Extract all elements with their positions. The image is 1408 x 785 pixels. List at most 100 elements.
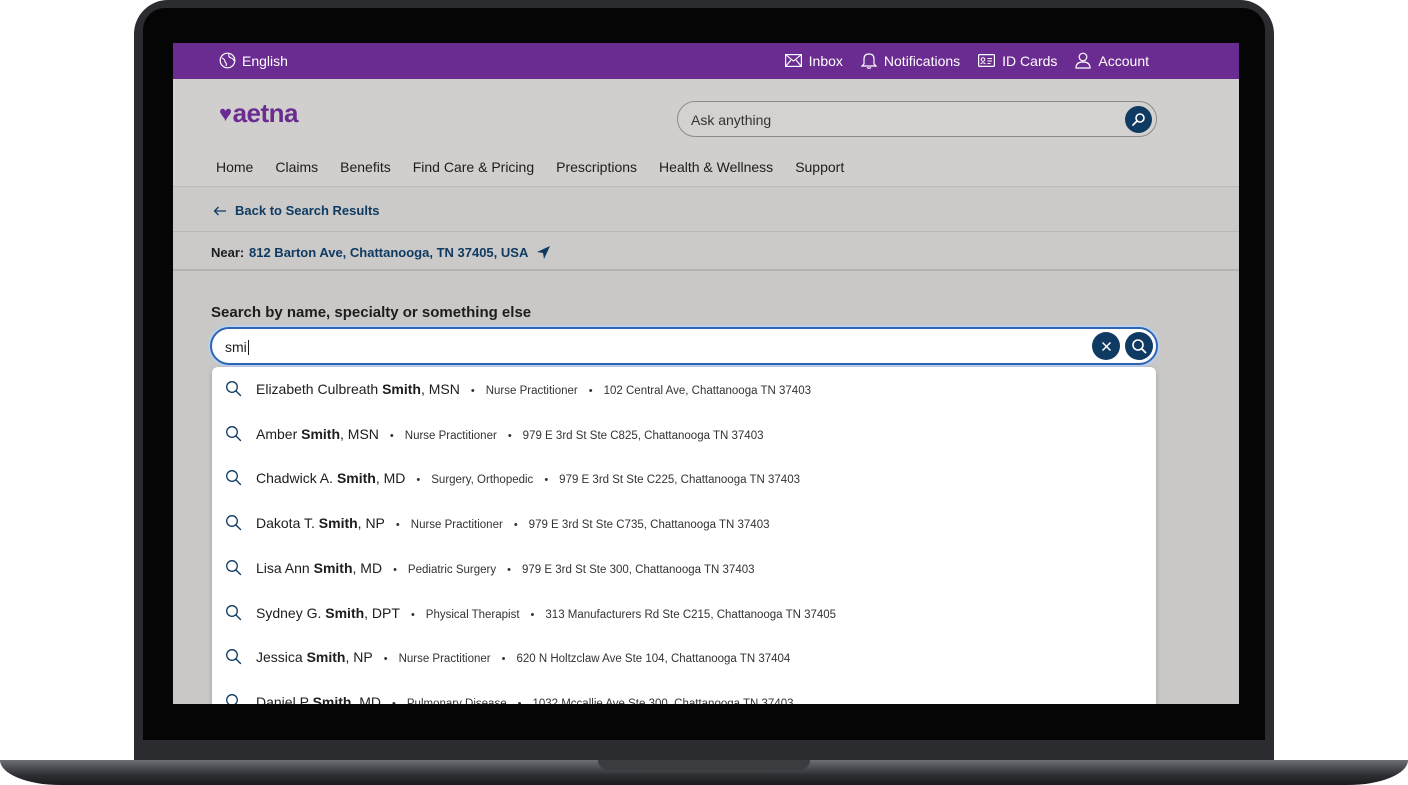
separator-dot: • xyxy=(416,474,421,487)
name-suffix: , MSN xyxy=(420,381,460,397)
search-icon xyxy=(1132,339,1147,354)
suggestion-text: Elizabeth Culbreath Smith, MSN • Nurse Pra… xyxy=(256,381,811,397)
provider-specialty: Nurse Practitioner xyxy=(398,653,491,666)
separator-dot: • xyxy=(513,519,518,532)
search-icon xyxy=(225,380,242,402)
aetna-logo[interactable]: ♥ aetna xyxy=(219,98,298,129)
provider-name: Sydney G. Smith, DPT xyxy=(256,605,400,621)
suggestion-row[interactable]: Lisa Ann Smith, MD • Pediatric Surgery • 979… xyxy=(212,546,1156,590)
user-icon xyxy=(1075,52,1092,69)
name-prefix: Amber xyxy=(256,425,302,442)
ask-search-button[interactable] xyxy=(1125,106,1152,133)
back-label: Back to Search Results xyxy=(235,203,380,218)
suggestion-text: Amber Smith, MSN • Nurse Practitioner • 979 … xyxy=(256,426,764,442)
suggestion-row[interactable]: Dakota T. Smith, NP • Nurse Practitioner • 9… xyxy=(212,501,1156,545)
provider-search-input[interactable]: smi xyxy=(210,327,1158,365)
near-label: Near: xyxy=(211,245,245,260)
heart-icon: ♥ xyxy=(219,100,232,126)
text-caret xyxy=(247,340,249,355)
separator-dot: • xyxy=(544,474,549,487)
account-link[interactable]: Account xyxy=(1075,52,1149,69)
name-match: Smith xyxy=(336,470,376,487)
provider-name: Elizabeth Culbreath Smith, MSN xyxy=(256,381,460,397)
inbox-label: Inbox xyxy=(808,52,843,69)
suggestion-text: Daniel P Smith, MD • Pulmonary Disease • 103… xyxy=(256,694,794,704)
separator-dot: • xyxy=(393,563,397,576)
provider-specialty: Physical Therapist xyxy=(425,608,520,621)
provider-name: Daniel P Smith, MD xyxy=(256,694,381,704)
name-match: Smith xyxy=(306,649,346,666)
language-selector[interactable]: English xyxy=(219,52,288,69)
laptop-notch xyxy=(598,760,810,770)
search-suggestions: Elizabeth Culbreath Smith, MSN • Nurse Pra… xyxy=(212,367,1156,704)
separator-dot: • xyxy=(530,608,535,621)
back-to-results-link[interactable]: Back to Search Results xyxy=(213,203,380,218)
suggestion-row[interactable]: Sydney G. Smith, DPT • Physical Therapist •… xyxy=(212,591,1156,635)
name-prefix: Dakota T. xyxy=(256,515,319,532)
suggestion-row[interactable]: Elizabeth Culbreath Smith, MSN • Nurse Pra… xyxy=(212,367,1156,411)
nav-support[interactable]: Support xyxy=(795,159,844,175)
globe-icon xyxy=(219,52,236,69)
back-bar: Back to Search Results xyxy=(173,188,1239,232)
nav-find-care[interactable]: Find Care & Pricing xyxy=(413,159,534,175)
clear-search-button[interactable] xyxy=(1092,332,1120,360)
provider-name: Dakota T. Smith, NP xyxy=(256,515,385,531)
close-icon xyxy=(1101,341,1111,351)
inbox-link[interactable]: Inbox xyxy=(784,52,843,69)
utility-bar: English Inbox Notifications ID Cards Acc… xyxy=(173,43,1239,79)
search-icon xyxy=(1132,113,1145,126)
separator-dot: • xyxy=(383,653,388,666)
name-suffix: , NP xyxy=(345,649,373,666)
nav-health-wellness[interactable]: Health & Wellness xyxy=(659,159,773,175)
notifications-label: Notifications xyxy=(883,52,961,69)
name-prefix: Lisa Ann xyxy=(256,559,314,576)
suggestion-row[interactable]: Jessica Smith, NP • Nurse Practitioner • 620… xyxy=(212,635,1156,679)
separator-dot: • xyxy=(501,653,506,666)
suggestion-row[interactable]: Amber Smith, MSN • Nurse Practitioner • 979 … xyxy=(212,412,1156,456)
separator-dot: • xyxy=(410,608,415,621)
site-header: ♥ aetna Ask anything Home Claims Benefit… xyxy=(173,79,1239,187)
language-label: English xyxy=(242,52,288,69)
suggestion-row[interactable]: Chadwick A. Smith, MD • Surgery, Orthopedi… xyxy=(212,456,1156,500)
provider-address: 313 Manufacturers Rd Ste C215, Chattanoo… xyxy=(545,608,837,621)
provider-specialty: Pediatric Surgery xyxy=(407,563,497,576)
provider-address: 1032 Mccallie Ave Ste 300, Chattanooga T… xyxy=(532,697,794,704)
logo-text: aetna xyxy=(232,98,299,128)
search-icon xyxy=(225,514,242,536)
name-prefix: Jessica xyxy=(256,649,307,666)
search-icon xyxy=(225,604,242,626)
mail-icon xyxy=(784,54,802,67)
location-address: 812 Barton Ave, Chattanooga, TN 37405, U… xyxy=(249,245,529,260)
name-suffix: , MD xyxy=(352,559,383,576)
search-icon xyxy=(225,469,242,491)
ask-anything-search[interactable]: Ask anything xyxy=(677,101,1157,137)
suggestion-text: Chadwick A. Smith, MD • Surgery, Orthopedi… xyxy=(256,470,800,486)
separator-dot: • xyxy=(507,429,512,442)
search-value[interactable]: smi xyxy=(225,339,249,355)
id-card-icon xyxy=(978,54,996,67)
search-icon xyxy=(225,648,242,670)
notifications-link[interactable]: Notifications xyxy=(860,52,961,69)
provider-specialty: Pulmonary Disease xyxy=(406,697,507,704)
name-suffix: , MD xyxy=(375,470,406,487)
submit-search-button[interactable] xyxy=(1125,332,1153,360)
provider-specialty: Nurse Practitioner xyxy=(404,429,497,442)
nav-claims[interactable]: Claims xyxy=(275,159,318,175)
provider-name: Chadwick A. Smith, MD xyxy=(256,470,405,486)
name-suffix: , DPT xyxy=(364,604,400,621)
name-match: Smith xyxy=(325,604,365,621)
search-text: smi xyxy=(225,339,247,355)
provider-address: 979 E 3rd St Ste C225, Chattanooga TN 37… xyxy=(559,474,800,487)
provider-address: 979 E 3rd St Ste 300, Chattanooga TN 374… xyxy=(522,563,755,576)
name-match: Smith xyxy=(301,425,341,442)
suggestion-text: Lisa Ann Smith, MD • Pediatric Surgery • 979… xyxy=(256,560,755,576)
id-cards-link[interactable]: ID Cards xyxy=(978,53,1057,69)
nav-benefits[interactable]: Benefits xyxy=(340,159,391,175)
name-suffix: , MSN xyxy=(340,425,379,442)
nav-home[interactable]: Home xyxy=(216,159,253,175)
location-link[interactable]: 812 Barton Ave, Chattanooga, TN 37405, U… xyxy=(249,245,551,260)
provider-specialty: Surgery, Orthopedic xyxy=(431,474,534,487)
suggestion-row[interactable]: Daniel P Smith, MD • Pulmonary Disease • 103… xyxy=(212,680,1156,704)
suggestion-text: Jessica Smith, NP • Nurse Practitioner • 620… xyxy=(256,649,790,665)
nav-prescriptions[interactable]: Prescriptions xyxy=(556,159,637,175)
